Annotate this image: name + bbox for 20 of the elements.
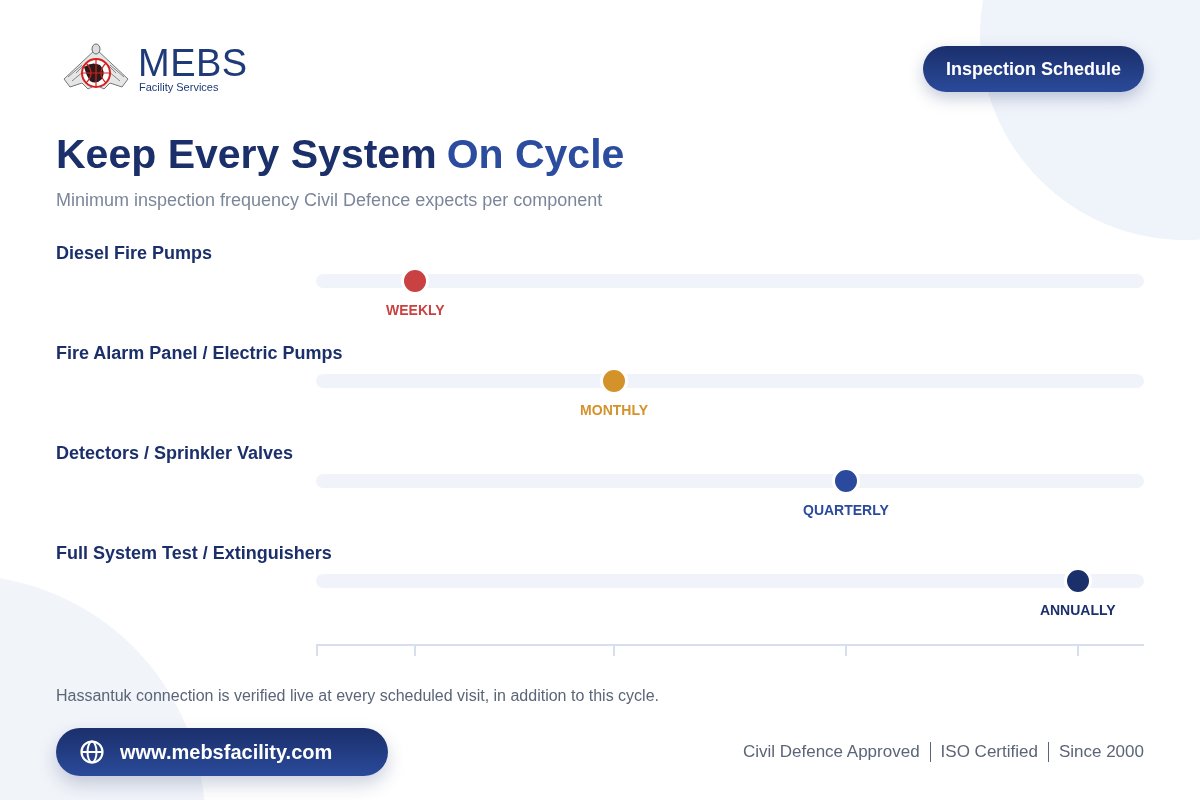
frequency-label: QUARTERLY: [803, 501, 889, 519]
title-highlight: On Cycle: [446, 130, 625, 179]
frequency-label: MONTHLY: [580, 401, 649, 419]
credential-text: Civil Defence Approved: [742, 742, 920, 762]
logo-tagline: Facility Services: [139, 80, 220, 94]
website-link[interactable]: www.mebsfacility.com: [56, 728, 389, 776]
subtitle: Minimum inspection frequency Civil Defence expects per component: [56, 189, 604, 212]
component-label: Diesel Fire Pumps: [56, 242, 213, 264]
credential-text: Since 2000: [1047, 742, 1144, 762]
component-label: Full System Test / Extinguishers: [56, 542, 332, 564]
schedule-badge: Inspection Schedule: [922, 46, 1144, 92]
footnote: Hassantuk connection is verified live at every scheduled visit, in addition to this cycle.: [56, 686, 660, 706]
frequency-label: WEEKLY: [386, 301, 445, 319]
frequency-label: ANNUALLY: [1039, 601, 1116, 619]
logo-name: MEBS: [138, 44, 248, 81]
credential-text: ISO Certified: [929, 742, 1038, 762]
globe-icon: [80, 740, 104, 764]
component-label: Fire Alarm Panel / Electric Pumps: [56, 342, 343, 364]
page-title: Keep Every System: [56, 130, 437, 179]
component-label: Detectors / Sprinkler Valves: [56, 442, 294, 464]
